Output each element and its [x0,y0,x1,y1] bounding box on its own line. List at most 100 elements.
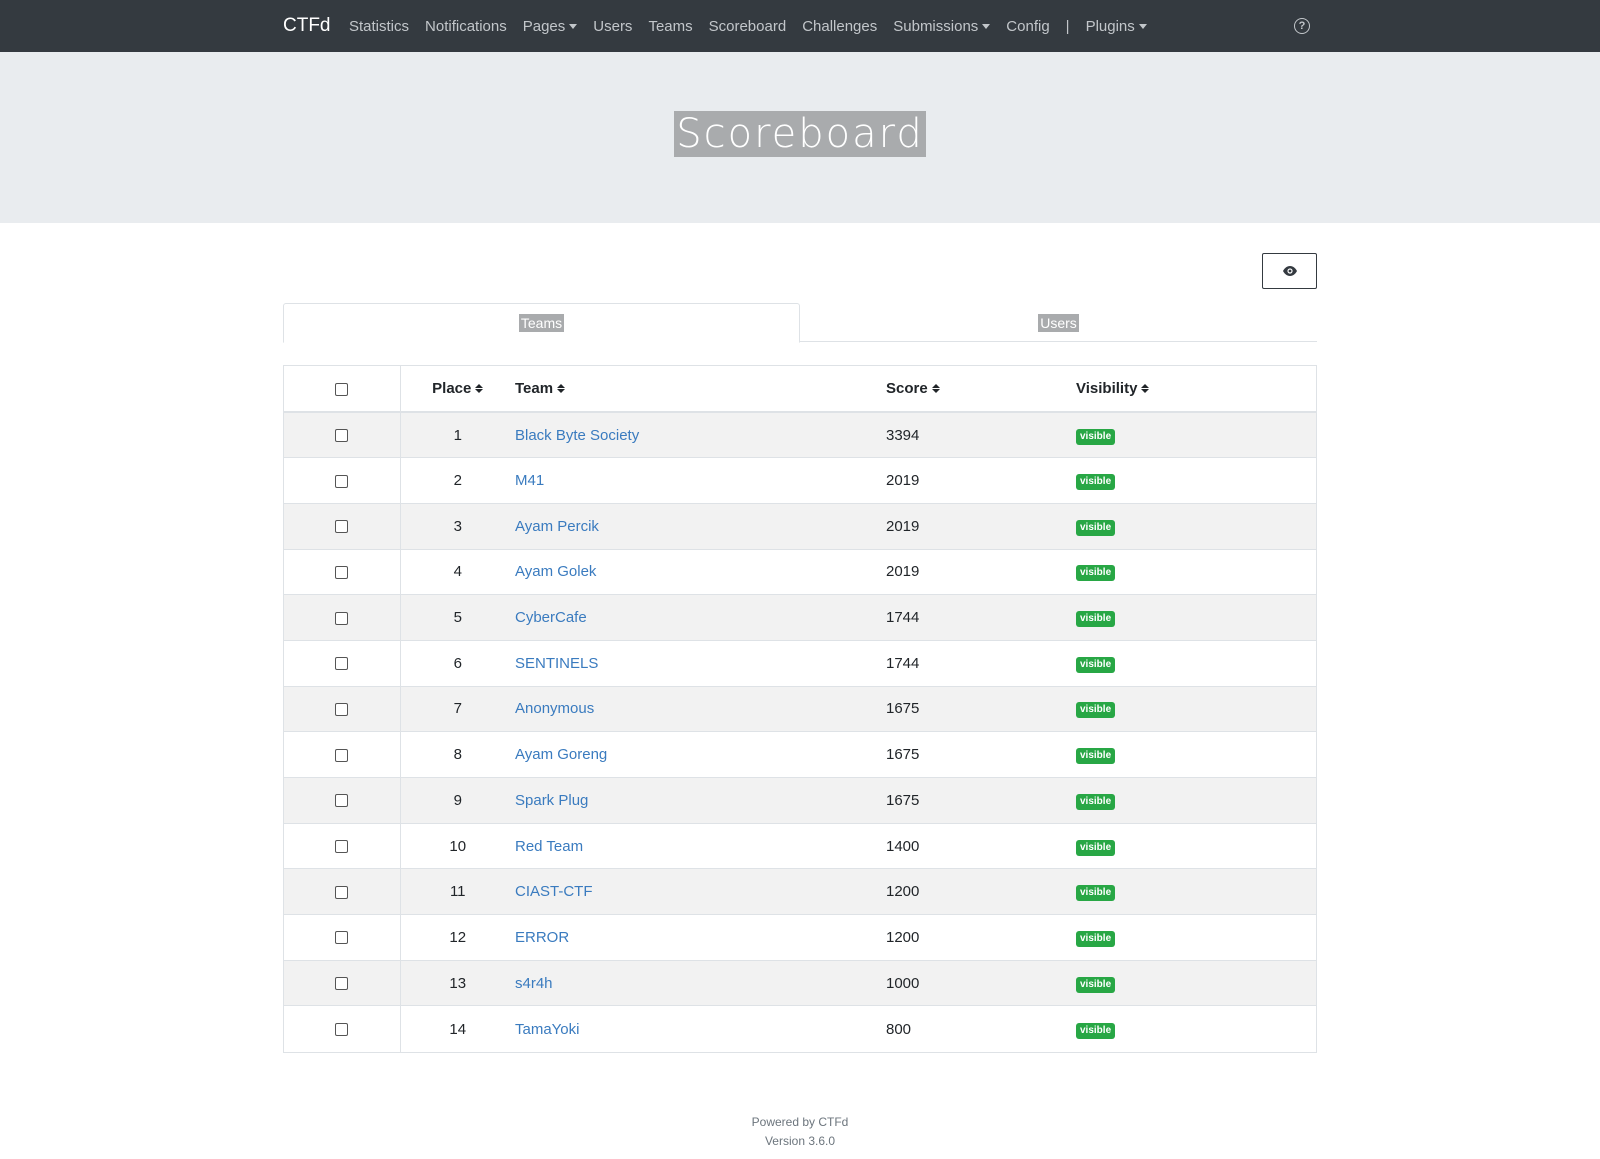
row-checkbox[interactable] [335,703,349,716]
table-row: 1 Black Byte Society 3394 visible [284,411,1316,458]
team-link[interactable]: CyberCafe [515,609,587,626]
team-cell: Ayam Golek [515,548,886,595]
nav-submissions-dropdown[interactable]: Submissions [893,18,991,35]
header-team[interactable]: Team [515,366,886,413]
brand-logo[interactable]: CTFd [283,15,331,37]
team-cell: ERROR [515,914,886,961]
toggle-visibility-button[interactable] [1262,253,1317,289]
team-cell: CyberCafe [515,594,886,641]
row-select-cell [284,594,401,641]
visibility-cell: visible [1076,594,1316,641]
team-cell: s4r4h [515,959,886,1006]
sort-icon [931,384,940,393]
footer-powered-by[interactable]: Powered by CTFd [0,1113,1600,1132]
team-link[interactable]: M41 [515,472,544,489]
select-all-checkbox[interactable] [335,382,349,396]
place-cell: 10 [400,822,515,869]
team-link[interactable]: SENTINELS [515,655,598,672]
nav-config[interactable]: Config [1006,18,1049,35]
row-checkbox[interactable] [335,794,349,808]
team-cell: CIAST-CTF [515,868,886,915]
team-link[interactable]: Ayam Goreng [515,746,607,763]
nav-challenges[interactable]: Challenges [802,18,877,35]
place-cell: 5 [400,594,515,641]
nav-users[interactable]: Users [593,18,632,35]
nav-notifications[interactable]: Notifications [425,18,507,35]
place-cell: 12 [400,914,515,961]
team-cell: M41 [515,457,886,504]
team-link[interactable]: Spark Plug [515,792,588,809]
visibility-cell: visible [1076,639,1316,687]
caret-down-icon [982,23,991,29]
caret-down-icon [1138,23,1147,29]
visibility-badge: visible [1076,1022,1116,1039]
row-select-cell [284,411,401,458]
visibility-badge: visible [1076,839,1116,856]
row-checkbox[interactable] [335,931,349,945]
place-cell: 14 [400,1005,515,1052]
table-row: 13 s4r4h 1000 visible [284,959,1316,1006]
table-row: 7 Anonymous 1675 visible [284,685,1316,732]
team-link[interactable]: CIAST-CTF [515,883,593,900]
team-link[interactable]: Anonymous [515,700,594,717]
team-link[interactable]: Ayam Percik [515,518,599,535]
nav-statistics[interactable]: Statistics [349,18,409,35]
place-cell: 6 [400,639,515,687]
place-cell: 3 [400,502,515,550]
team-link[interactable]: Ayam Golek [515,563,596,580]
row-checkbox[interactable] [335,977,349,991]
row-select-cell [284,868,401,915]
row-select-cell [284,685,401,732]
score-cell: 2019 [886,548,1076,595]
team-cell: Black Byte Society [515,411,886,458]
score-cell: 1744 [886,594,1076,641]
header-place[interactable]: Place [400,366,515,413]
nav-teams[interactable]: Teams [648,18,692,35]
row-select-cell [284,914,401,961]
score-cell: 1200 [886,868,1076,915]
top-navbar: CTFd Statistics Notifications Pages User… [0,0,1600,52]
header-score[interactable]: Score [886,366,1076,413]
visibility-badge: visible [1076,885,1116,902]
team-link[interactable]: Black Byte Society [515,427,639,444]
team-link[interactable]: TamaYoki [515,1021,579,1038]
place-cell: 11 [400,868,515,915]
row-checkbox[interactable] [335,611,349,625]
team-link[interactable]: s4r4h [515,975,553,992]
row-checkbox[interactable] [335,840,349,854]
table-row: 11 CIAST-CTF 1200 visible [284,868,1316,915]
row-checkbox[interactable] [335,1023,349,1037]
team-link[interactable]: Red Team [515,838,583,855]
row-checkbox[interactable] [335,474,349,488]
nav-scoreboard[interactable]: Scoreboard [709,18,787,35]
row-checkbox[interactable] [335,429,349,443]
visibility-badge: visible [1076,976,1116,993]
table-row: 14 TamaYoki 800 visible [284,1005,1316,1052]
team-cell: Ayam Percik [515,502,886,550]
nav-plugins-dropdown[interactable]: Plugins [1086,18,1147,35]
footer-version: Version 3.6.0 [764,1134,836,1148]
row-checkbox[interactable] [335,748,349,762]
nav-pages-dropdown[interactable]: Pages [523,18,578,35]
team-cell: Anonymous [515,685,886,732]
score-cell: 1000 [886,959,1076,1006]
sort-icon [1141,384,1150,393]
footer: Powered by CTFd Version 3.6.0 [0,1113,1600,1151]
question-circle-icon[interactable]: ? [1294,18,1310,34]
team-link[interactable]: ERROR [515,929,569,946]
tab-users[interactable]: Users [800,303,1317,342]
eye-icon [1282,266,1297,276]
table-header-row: Place Team Score Visibility [284,366,1316,413]
row-select-cell [284,457,401,504]
row-select-cell [284,731,401,778]
row-checkbox[interactable] [335,565,349,579]
row-select-cell [284,822,401,869]
score-cell: 2019 [886,502,1076,550]
score-cell: 800 [886,1005,1076,1052]
row-checkbox[interactable] [335,657,349,671]
row-checkbox[interactable] [335,520,349,534]
row-checkbox[interactable] [335,885,349,899]
header-visibility[interactable]: Visibility [1076,366,1316,413]
tab-teams[interactable]: Teams [283,303,800,343]
visibility-cell: visible [1076,777,1316,824]
